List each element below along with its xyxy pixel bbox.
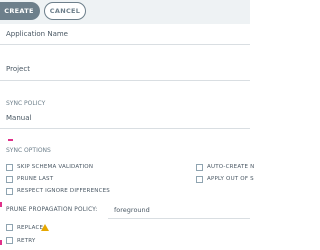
replace-label: REPLACE: [17, 225, 44, 231]
sync-policy-select[interactable]: Manual: [6, 114, 31, 122]
auto-create-namespace-label: AUTO-CREATE N: [207, 164, 255, 170]
marker: [0, 202, 2, 207]
cancel-button[interactable]: CANCEL: [44, 2, 86, 20]
skip-schema-validation-label: SKIP SCHEMA VALIDATION: [17, 164, 94, 170]
respect-ignore-differences-checkbox[interactable]: [6, 188, 13, 195]
marker: [0, 240, 2, 245]
sync-policy-label: SYNC POLICY: [6, 100, 46, 107]
divider: [0, 44, 250, 45]
prune-last-checkbox[interactable]: [6, 176, 13, 183]
prune-last-label: PRUNE LAST: [17, 176, 54, 182]
retry-checkbox[interactable]: [6, 237, 13, 244]
toolbar: CREATE CANCEL: [0, 0, 250, 24]
retry-label: RETRY: [17, 238, 36, 244]
marker: [8, 139, 13, 141]
create-button[interactable]: CREATE: [0, 2, 40, 20]
apply-out-of-sync-label: APPLY OUT OF S: [207, 176, 254, 182]
warning-icon: [41, 224, 49, 231]
apply-out-of-sync-checkbox[interactable]: [196, 176, 203, 183]
divider: [0, 80, 250, 81]
prune-propagation-label: PRUNE PROPAGATION POLICY:: [6, 207, 98, 213]
skip-schema-validation-checkbox[interactable]: [6, 164, 13, 171]
sync-options-label: SYNC OPTIONS: [6, 147, 51, 154]
prune-propagation-select[interactable]: foreground: [114, 206, 150, 214]
project-field[interactable]: Project: [6, 65, 30, 73]
replace-checkbox[interactable]: [6, 224, 13, 231]
divider: [0, 128, 250, 129]
divider: [108, 218, 250, 219]
application-name-field[interactable]: Application Name: [6, 30, 68, 38]
auto-create-namespace-checkbox[interactable]: [196, 164, 203, 171]
respect-ignore-differences-label: RESPECT IGNORE DIFFERENCES: [17, 188, 110, 194]
